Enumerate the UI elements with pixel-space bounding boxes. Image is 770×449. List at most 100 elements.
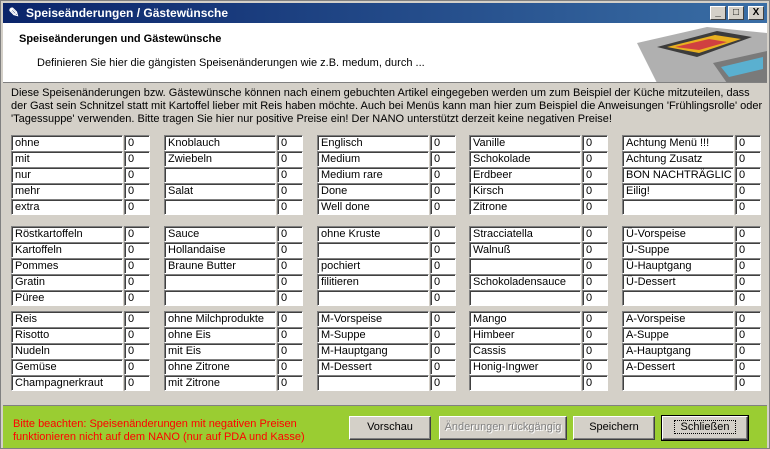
modifier-name-field[interactable]: nur [11,167,123,183]
modifier-price-field[interactable]: 0 [735,375,761,391]
modifier-price-field[interactable]: 0 [430,135,456,151]
modifier-price-field[interactable]: 0 [277,135,303,151]
modifier-price-field[interactable]: 0 [124,258,150,274]
preview-button[interactable]: Vorschau [349,416,431,440]
modifier-name-field[interactable]: Well done [317,199,429,215]
modifier-price-field[interactable]: 0 [277,258,303,274]
modifier-price-field[interactable]: 0 [430,199,456,215]
modifier-name-field[interactable]: Püree [11,290,123,306]
modifier-price-field[interactable]: 0 [582,375,608,391]
modifier-name-field[interactable]: extra [11,199,123,215]
modifier-price-field[interactable]: 0 [124,274,150,290]
modifier-name-field[interactable]: Kirsch [469,183,581,199]
modifier-price-field[interactable]: 0 [124,226,150,242]
modifier-name-field[interactable]: Nudeln [11,343,123,359]
modifier-price-field[interactable]: 0 [582,199,608,215]
modifier-name-field[interactable] [622,290,734,306]
modifier-price-field[interactable]: 0 [430,167,456,183]
modifier-price-field[interactable]: 0 [582,290,608,306]
modifier-name-field[interactable]: Eilig! [622,183,734,199]
modifier-price-field[interactable]: 0 [735,359,761,375]
modifier-price-field[interactable]: 0 [124,311,150,327]
modifier-price-field[interactable]: 0 [124,167,150,183]
modifier-price-field[interactable]: 0 [277,151,303,167]
modifier-name-field[interactable]: pochiert [317,258,429,274]
modifier-price-field[interactable]: 0 [430,242,456,258]
modifier-price-field[interactable]: 0 [430,274,456,290]
modifier-name-field[interactable]: Knoblauch [164,135,276,151]
modifier-name-field[interactable] [622,199,734,215]
modifier-name-field[interactable] [622,375,734,391]
modifier-name-field[interactable]: Walnuß [469,242,581,258]
modifier-price-field[interactable]: 0 [430,258,456,274]
modifier-name-field[interactable]: Vanille [469,135,581,151]
minimize-button[interactable]: _ [710,6,726,20]
modifier-name-field[interactable] [469,290,581,306]
modifier-price-field[interactable]: 0 [430,151,456,167]
modifier-name-field[interactable]: Himbeer [469,327,581,343]
modifier-name-field[interactable]: Ü-Dessert [622,274,734,290]
modifier-price-field[interactable]: 0 [124,343,150,359]
modifier-price-field[interactable]: 0 [430,290,456,306]
modifier-price-field[interactable]: 0 [124,135,150,151]
modifier-price-field[interactable]: 0 [582,135,608,151]
modifier-price-field[interactable]: 0 [277,199,303,215]
modifier-name-field[interactable]: mehr [11,183,123,199]
modifier-price-field[interactable]: 0 [582,167,608,183]
modifier-price-field[interactable]: 0 [277,327,303,343]
maximize-button[interactable]: □ [728,6,744,20]
modifier-name-field[interactable]: ohne [11,135,123,151]
modifier-price-field[interactable]: 0 [277,375,303,391]
modifier-name-field[interactable]: ohne Zitrone [164,359,276,375]
modifier-name-field[interactable]: Röstkartoffeln [11,226,123,242]
modifier-name-field[interactable]: Done [317,183,429,199]
modifier-name-field[interactable] [469,375,581,391]
modifier-price-field[interactable]: 0 [582,242,608,258]
modifier-name-field[interactable]: filitieren [317,274,429,290]
modifier-price-field[interactable]: 0 [124,151,150,167]
modifier-name-field[interactable]: Schokoladensauce [469,274,581,290]
modifier-price-field[interactable]: 0 [277,226,303,242]
modifier-price-field[interactable]: 0 [124,290,150,306]
modifier-price-field[interactable]: 0 [582,183,608,199]
modifier-name-field[interactable]: Gemüse [11,359,123,375]
modifier-price-field[interactable]: 0 [582,226,608,242]
modifier-name-field[interactable] [164,199,276,215]
modifier-name-field[interactable]: Salat [164,183,276,199]
undo-changes-button[interactable]: Änderungen rückgängig [439,416,567,440]
modifier-name-field[interactable]: ohne Kruste [317,226,429,242]
modifier-name-field[interactable]: Cassis [469,343,581,359]
modifier-name-field[interactable]: ohne Eis [164,327,276,343]
modifier-price-field[interactable]: 0 [735,167,761,183]
modifier-price-field[interactable]: 0 [124,199,150,215]
modifier-price-field[interactable]: 0 [430,343,456,359]
modifier-name-field[interactable]: Champagnerkraut [11,375,123,391]
modifier-price-field[interactable]: 0 [277,274,303,290]
modifier-price-field[interactable]: 0 [582,258,608,274]
modifier-name-field[interactable]: A-Hauptgang [622,343,734,359]
modifier-price-field[interactable]: 0 [124,327,150,343]
modifier-name-field[interactable]: Hollandaise [164,242,276,258]
modifier-name-field[interactable]: Risotto [11,327,123,343]
modifier-price-field[interactable]: 0 [277,167,303,183]
modifier-name-field[interactable]: BON NACHTRÄGLIC [622,167,734,183]
modifier-name-field[interactable] [317,242,429,258]
modifier-price-field[interactable]: 0 [430,375,456,391]
modifier-name-field[interactable]: Medium rare [317,167,429,183]
modifier-name-field[interactable] [317,290,429,306]
modifier-price-field[interactable]: 0 [735,242,761,258]
modifier-name-field[interactable] [164,290,276,306]
modifier-name-field[interactable]: Englisch [317,135,429,151]
save-button[interactable]: Speichern [573,416,655,440]
modifier-name-field[interactable]: Gratin [11,274,123,290]
modifier-name-field[interactable]: mit Eis [164,343,276,359]
modifier-name-field[interactable]: Ü-Hauptgang [622,258,734,274]
modifier-name-field[interactable] [317,375,429,391]
modifier-name-field[interactable]: ohne Milchprodukte [164,311,276,327]
modifier-name-field[interactable]: M-Dessert [317,359,429,375]
modifier-name-field[interactable]: Erdbeer [469,167,581,183]
modifier-name-field[interactable]: Medium [317,151,429,167]
modifier-price-field[interactable]: 0 [277,242,303,258]
modifier-price-field[interactable]: 0 [582,343,608,359]
modifier-price-field[interactable]: 0 [582,151,608,167]
